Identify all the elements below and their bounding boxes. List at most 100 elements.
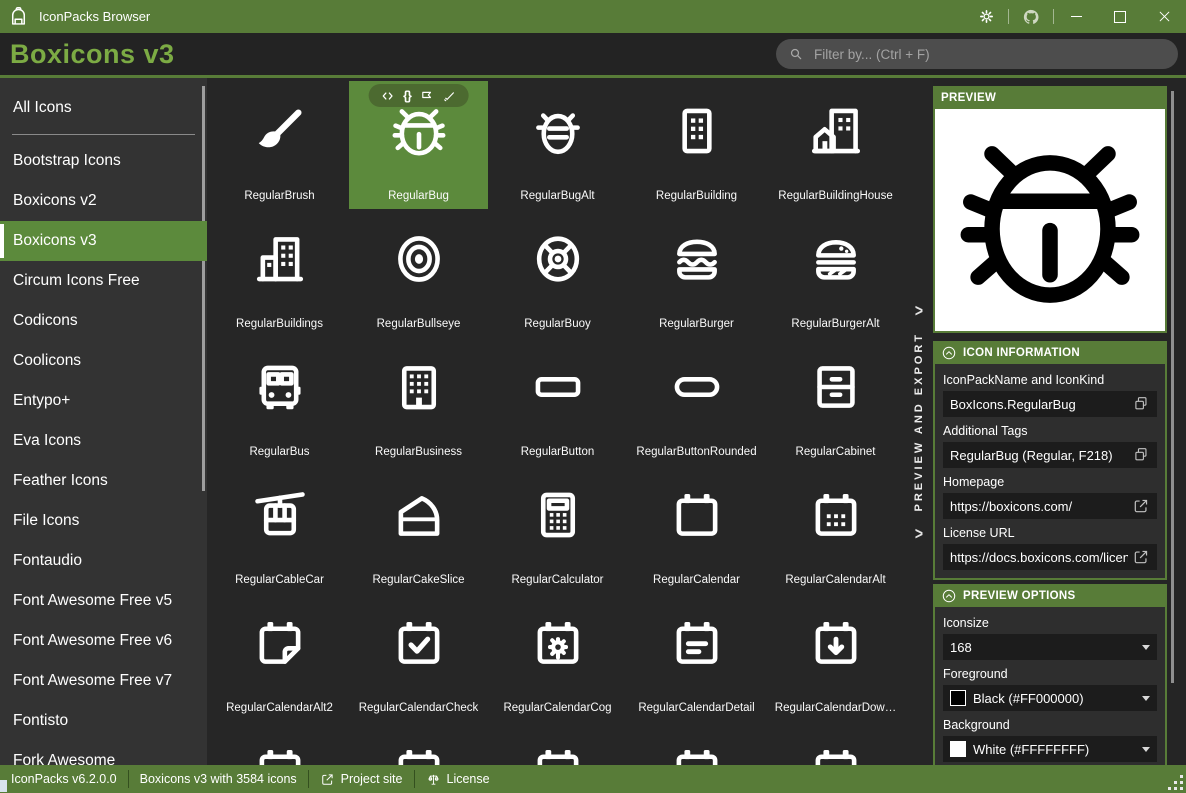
icon-cell-regularbuttonrounded[interactable]: RegularButtonRounded — [627, 337, 766, 465]
sidebar-item-all-icons[interactable]: All Icons — [0, 88, 207, 128]
sidebar-item-coolicons[interactable]: Coolicons — [0, 341, 207, 381]
sidebar-item-boxicons-v3[interactable]: Boxicons v3 — [0, 221, 207, 261]
icon-cell-regularbugalt[interactable]: RegularBugAlt — [488, 81, 627, 209]
icon-cell-partial[interactable] — [349, 721, 488, 765]
curly-braces-icon[interactable]: {} — [403, 89, 412, 103]
collapse-chevron-icon[interactable]: > — [915, 523, 923, 543]
open-link-button[interactable] — [1132, 497, 1150, 515]
sidebar-item-label: Boxicons v2 — [13, 192, 97, 209]
icon-cell-regularbuildinghouse[interactable]: RegularBuildingHouse — [766, 81, 905, 209]
resize-grip[interactable] — [1167, 774, 1183, 790]
dropdown-iconsize[interactable]: 168 — [943, 634, 1157, 660]
panel-scrollbar[interactable] — [1171, 91, 1174, 683]
sidebar-item-eva-icons[interactable]: Eva Icons — [0, 421, 207, 461]
icon-cell-regularcakeslice[interactable]: RegularCakeSlice — [349, 465, 488, 593]
icon-cell-label: RegularBugAlt — [520, 190, 595, 202]
icon-cell-regularcabinet[interactable]: RegularCabinet — [766, 337, 905, 465]
preview-options-header[interactable]: PREVIEW OPTIONS — [933, 584, 1167, 607]
github-icon[interactable] — [1009, 0, 1053, 33]
icon-cell-label: RegularBuildings — [236, 318, 323, 330]
sidebar-item-feather-icons[interactable]: Feather Icons — [0, 461, 207, 501]
signature-check-icon[interactable] — [443, 89, 457, 103]
calendar-icon — [259, 749, 300, 765]
maximize-button[interactable] — [1098, 0, 1142, 33]
field-value: https://boxicons.com/ — [950, 498, 1073, 514]
icon-cell-regularbullseye[interactable]: RegularBullseye — [349, 209, 488, 337]
settings-gear-icon[interactable] — [964, 0, 1008, 33]
buildinghouse-icon — [811, 108, 860, 154]
collapse-chevron-icon[interactable]: > — [915, 300, 923, 320]
icon-cell-label: RegularCalendarCheck — [358, 702, 479, 714]
pennant-icon[interactable] — [420, 89, 434, 103]
field-value: https://docs.boxicons.com/license/fr — [950, 549, 1128, 565]
brush-icon — [258, 109, 302, 148]
icon-cell-label: RegularBug — [388, 190, 449, 202]
icon-cell-partial[interactable] — [488, 721, 627, 765]
code-tags-icon[interactable] — [380, 89, 394, 103]
icon-cell-regularcalendardow[interactable]: RegularCalendarDow… — [766, 593, 905, 721]
sidebar-item-bootstrap-icons[interactable]: Bootstrap Icons — [0, 141, 207, 181]
icon-cell-regularbuildings[interactable]: RegularBuildings — [210, 209, 349, 337]
calendar-icon — [537, 749, 578, 765]
icon-cell-label: RegularBurger — [659, 318, 734, 330]
icon-cell-regularcalendaralt2[interactable]: RegularCalendarAlt2 — [210, 593, 349, 721]
sidebar-item-font-awesome-free-v7[interactable]: Font Awesome Free v7 — [0, 661, 207, 701]
icon-cell-regularcalculator[interactable]: RegularCalculator — [488, 465, 627, 593]
preview-export-splitter[interactable]: > PREVIEW AND EXPORT > — [905, 78, 933, 765]
sidebar-item-fontisto[interactable]: Fontisto — [0, 701, 207, 741]
filter-search-box[interactable] — [776, 39, 1178, 69]
icon-cell-partial[interactable] — [627, 721, 766, 765]
icon-cell-regularbuoy[interactable]: RegularBuoy — [488, 209, 627, 337]
icon-cell-regularcalendarcog[interactable]: RegularCalendarCog — [488, 593, 627, 721]
icon-cell-regularbus[interactable]: RegularBus — [210, 337, 349, 465]
icon-cell-regularbuilding[interactable]: RegularBuilding — [627, 81, 766, 209]
icon-cell-regularbusiness[interactable]: RegularBusiness — [349, 337, 488, 465]
icon-cell-partial[interactable] — [766, 721, 905, 765]
filter-search-input[interactable] — [812, 45, 1166, 63]
sidebar-item-font-awesome-free-v6[interactable]: Font Awesome Free v6 — [0, 621, 207, 661]
icon-cell-regularburgeralt[interactable]: RegularBurgerAlt — [766, 209, 905, 337]
sidebar-item-boxicons-v2[interactable]: Boxicons v2 — [0, 181, 207, 221]
icon-information-header[interactable]: ICON INFORMATION — [933, 341, 1167, 364]
icon-cell-regularcalendardetail[interactable]: RegularCalendarDetail — [627, 593, 766, 721]
dropdown-foreground[interactable]: Black (#FF000000) — [943, 685, 1157, 711]
sidebar-item-circum-icons-free[interactable]: Circum Icons Free — [0, 261, 207, 301]
icon-cell-regularcalendar[interactable]: RegularCalendar — [627, 465, 766, 593]
copy-button[interactable] — [1132, 446, 1150, 464]
field-homepage[interactable]: https://boxicons.com/ — [943, 493, 1157, 519]
field-license-url[interactable]: https://docs.boxicons.com/license/fr — [943, 544, 1157, 570]
statusbar-item-license[interactable]: License — [413, 770, 501, 788]
icon-cell-regularcablecar[interactable]: RegularCableCar — [210, 465, 349, 593]
icon-cell-regularbrush[interactable]: RegularBrush — [210, 81, 349, 209]
icon-cell-label: RegularButtonRounded — [636, 446, 757, 458]
field-additional-tags[interactable]: RegularBug (Regular, F218) — [943, 442, 1157, 468]
icon-cell-regularcalendarcheck[interactable]: RegularCalendarCheck — [349, 593, 488, 721]
icon-cell-regularbutton[interactable]: RegularButton — [488, 337, 627, 465]
sidebar-item-entypo[interactable]: Entypo+ — [0, 381, 207, 421]
icon-cell-regularbug[interactable]: {} RegularBug — [349, 81, 488, 209]
icon-cell-regularburger[interactable]: RegularBurger — [627, 209, 766, 337]
statusbar-item-project-site[interactable]: Project site — [307, 770, 414, 788]
dropdown-value: 168 — [950, 639, 972, 655]
open-link-button[interactable] — [1132, 548, 1150, 566]
icon-cell-partial[interactable] — [210, 721, 349, 765]
icon-grid: RegularBrush {} RegularBug RegularBugAlt Reg… — [210, 81, 905, 765]
buoy-icon — [536, 236, 579, 282]
sidebar-item-file-icons[interactable]: File Icons — [0, 501, 207, 541]
minimize-button[interactable] — [1054, 0, 1098, 33]
sidebar-item-fontaudio[interactable]: Fontaudio — [0, 541, 207, 581]
field-iconpackname-and-iconkind[interactable]: BoxIcons.RegularBug — [943, 391, 1157, 417]
app-logo-backpack-icon — [8, 6, 29, 27]
sidebar-item-codicons[interactable]: Codicons — [0, 301, 207, 341]
icon-cell-regularcalendaralt[interactable]: RegularCalendarAlt — [766, 465, 905, 593]
collapse-circle-chevron-icon — [942, 346, 956, 359]
sidebar-item-font-awesome-free-v5[interactable]: Font Awesome Free v5 — [0, 581, 207, 621]
sidebar: All Icons Bootstrap Icons Boxicons v2 Boxic… — [0, 78, 207, 769]
calendar-icon — [398, 749, 439, 765]
calendar-icon — [676, 749, 717, 765]
dropdown-background[interactable]: White (#FFFFFFFF) — [943, 736, 1157, 762]
copy-button[interactable] — [1132, 395, 1150, 413]
icon-cell-label: RegularBurgerAlt — [791, 318, 880, 330]
close-button[interactable] — [1142, 0, 1186, 33]
bugalt-icon — [535, 113, 580, 155]
